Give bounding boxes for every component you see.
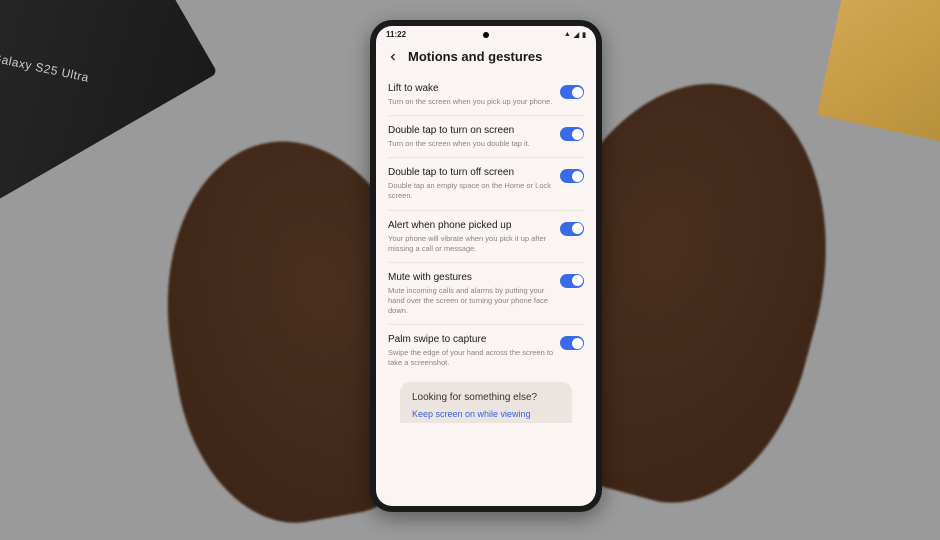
status-time: 11:22 <box>386 30 564 39</box>
setting-mute-gestures[interactable]: Mute with gestures Mute incoming calls a… <box>388 262 584 324</box>
status-icons: ▲ ◢ ▮ <box>564 31 586 39</box>
setting-title: Palm swipe to capture <box>388 333 554 346</box>
setting-title: Lift to wake <box>388 82 554 95</box>
toggle-mute-gestures[interactable] <box>560 274 584 288</box>
setting-subtitle: Turn on the screen when you double tap i… <box>388 139 554 149</box>
setting-double-tap-off[interactable]: Double tap to turn off screen Double tap… <box>388 157 584 209</box>
battery-icon: ▮ <box>582 31 586 39</box>
toggle-double-tap-on[interactable] <box>560 127 584 141</box>
setting-double-tap-on[interactable]: Double tap to turn on screen Turn on the… <box>388 115 584 157</box>
footer-card: Looking for something else? Keep screen … <box>400 382 572 423</box>
setting-title: Alert when phone picked up <box>388 219 554 232</box>
phone-screen: 11:22 ▲ ◢ ▮ Motions and gestures Lift to… <box>376 26 596 506</box>
setting-subtitle: Your phone will vibrate when you pick it… <box>388 234 554 254</box>
setting-title: Mute with gestures <box>388 271 554 284</box>
setting-title: Double tap to turn on screen <box>388 124 554 137</box>
footer-link-keep-screen-on[interactable]: Keep screen on while viewing <box>412 409 560 419</box>
toggle-double-tap-off[interactable] <box>560 169 584 183</box>
setting-title: Double tap to turn off screen <box>388 166 554 179</box>
page-header: Motions and gestures <box>376 41 596 74</box>
toggle-palm-swipe[interactable] <box>560 336 584 350</box>
setting-subtitle: Swipe the edge of your hand across the s… <box>388 348 554 368</box>
wifi-icon: ▲ <box>564 31 571 38</box>
setting-alert-picked-up[interactable]: Alert when phone picked up Your phone wi… <box>388 210 584 262</box>
wood-block <box>817 0 940 142</box>
camera-notch <box>483 32 489 38</box>
signal-icon: ◢ <box>574 31 579 39</box>
phone-frame: 11:22 ▲ ◢ ▮ Motions and gestures Lift to… <box>370 20 602 512</box>
setting-palm-swipe[interactable]: Palm swipe to capture Swipe the edge of … <box>388 324 584 376</box>
setting-subtitle: Double tap an empty space on the Home or… <box>388 181 554 201</box>
toggle-lift-to-wake[interactable] <box>560 85 584 99</box>
page-title: Motions and gestures <box>408 49 542 64</box>
box-label: Galaxy S25 Ultra <box>0 51 90 85</box>
back-button[interactable] <box>386 50 400 64</box>
setting-subtitle: Turn on the screen when you pick up your… <box>388 97 554 107</box>
product-box: Galaxy S25 Ultra <box>0 0 218 203</box>
setting-lift-to-wake[interactable]: Lift to wake Turn on the screen when you… <box>388 74 584 115</box>
footer-heading: Looking for something else? <box>412 392 560 403</box>
toggle-alert-picked-up[interactable] <box>560 222 584 236</box>
settings-list[interactable]: Lift to wake Turn on the screen when you… <box>376 74 596 506</box>
setting-subtitle: Mute incoming calls and alarms by puttin… <box>388 286 554 316</box>
